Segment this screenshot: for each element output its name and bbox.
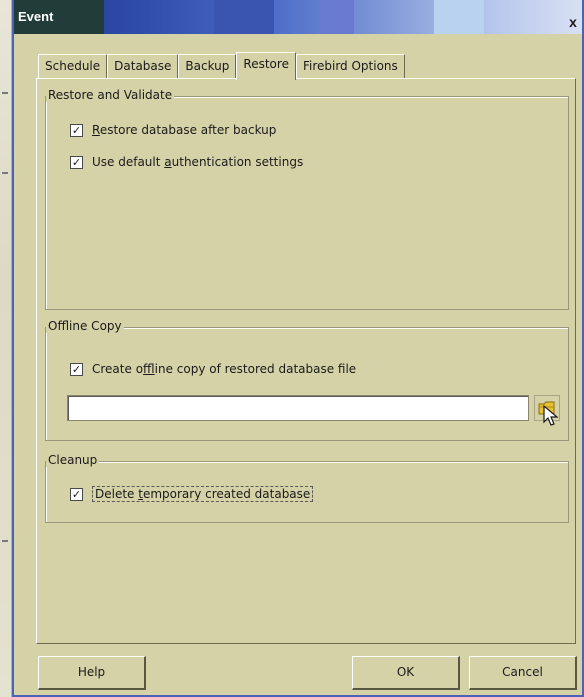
event-dialog: Event x Schedule Database Backup Restore… (12, 0, 584, 697)
window-title: Event (18, 9, 54, 24)
group-title: Offline Copy (46, 319, 124, 333)
help-button[interactable]: Help (38, 656, 146, 690)
tab-backup[interactable]: Backup (178, 54, 237, 78)
tab-schedule[interactable]: Schedule (38, 54, 108, 78)
offline-copy-path-input[interactable] (67, 395, 529, 421)
edge-mark (2, 172, 8, 174)
group-title: Cleanup (46, 453, 100, 467)
group-title: Restore and Validate (46, 88, 175, 102)
tab-strip: Schedule Database Backup Restore Firebir… (38, 52, 405, 80)
delete-temp-database-checkbox[interactable]: ✓ Delete temporary created database (70, 486, 314, 502)
checkbox-label: Create offline copy of restored database… (92, 362, 357, 376)
default-auth-checkbox[interactable]: ✓ Use default authentication settings (70, 155, 303, 169)
create-offline-copy-checkbox[interactable]: ✓ Create offline copy of restored databa… (70, 362, 356, 376)
tab-database[interactable]: Database (107, 54, 179, 78)
ok-button[interactable]: OK (352, 656, 460, 690)
checkbox-box[interactable]: ✓ (70, 155, 83, 169)
offline-copy-group: Offline Copy ✓ Create offline copy of re… (45, 319, 569, 441)
close-icon[interactable]: x (566, 14, 580, 30)
tab-firebird-options[interactable]: Firebird Options (295, 54, 405, 78)
background-window-edge (0, 0, 12, 697)
restore-tab-panel: Restore and Validate ✓ Restore database … (36, 78, 576, 644)
edge-mark (2, 92, 8, 94)
restore-after-backup-checkbox[interactable]: ✓ Restore database after backup (70, 123, 276, 137)
cancel-button[interactable]: Cancel (469, 656, 577, 690)
cleanup-group: Cleanup ✓ Delete temporary created datab… (45, 453, 569, 523)
edge-mark (2, 540, 8, 542)
checkbox-label: Restore database after backup (92, 123, 277, 137)
checkbox-box[interactable]: ✓ (70, 362, 83, 376)
restore-validate-group: Restore and Validate ✓ Restore database … (45, 88, 569, 310)
checkbox-box[interactable]: ✓ (70, 487, 83, 501)
checkbox-box[interactable]: ✓ (70, 123, 83, 137)
checkbox-label: Delete temporary created database (92, 486, 314, 502)
mouse-pointer-icon (543, 404, 559, 426)
tab-restore[interactable]: Restore (236, 52, 296, 80)
title-bar[interactable]: Event x (14, 0, 582, 34)
checkbox-label: Use default authentication settings (92, 155, 304, 169)
